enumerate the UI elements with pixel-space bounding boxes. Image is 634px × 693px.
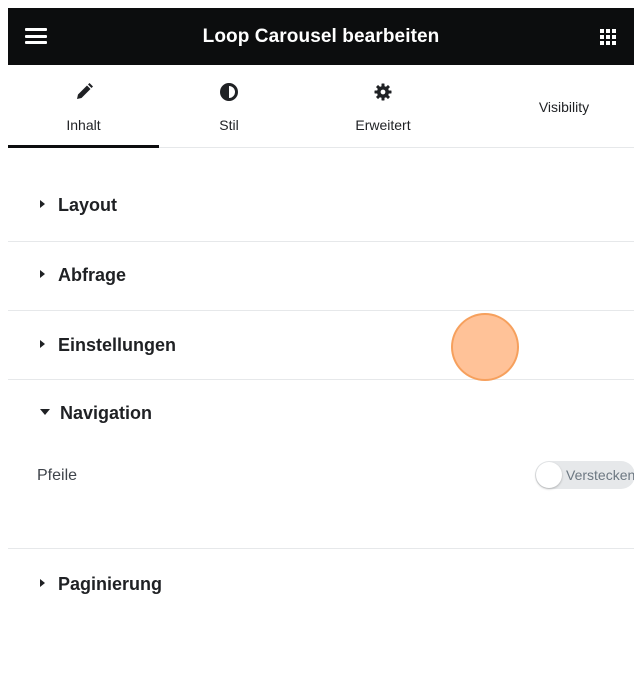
- section-einstellungen[interactable]: Einstellungen: [8, 311, 634, 380]
- section-label: Navigation: [60, 403, 153, 423]
- section-title: Einstellungen: [40, 334, 176, 356]
- section-abfrage[interactable]: Abfrage: [8, 242, 634, 311]
- panel-tabs: Inhalt Stil Erweitert Visibility: [8, 65, 634, 148]
- contrast-icon: [220, 83, 238, 101]
- panel-title: Loop Carousel bearbeiten: [202, 26, 440, 47]
- grid-icon[interactable]: [600, 29, 616, 45]
- caret-right-icon: [40, 340, 45, 349]
- screen: Loop Carousel bearbeiten Inhalt Stil Erw…: [0, 0, 634, 693]
- caret-right-icon: [40, 200, 45, 209]
- section-title[interactable]: Navigation: [40, 402, 152, 424]
- tab-label: Inhalt: [66, 117, 101, 133]
- section-title: Layout: [40, 194, 117, 216]
- tab-stil[interactable]: Stil: [159, 65, 299, 147]
- panel-header: Loop Carousel bearbeiten: [8, 8, 634, 65]
- caret-right-icon: [40, 270, 45, 279]
- toggle-state-label: Verstecken: [566, 467, 634, 483]
- section-title: Paginierung: [40, 573, 162, 595]
- editor-panel: Loop Carousel bearbeiten Inhalt Stil Erw…: [8, 8, 634, 693]
- tab-erweitert[interactable]: Erweitert: [313, 65, 453, 147]
- section-label: Paginierung: [58, 574, 163, 594]
- pfeile-label: Pfeile: [37, 467, 78, 484]
- section-label: Abfrage: [58, 265, 127, 285]
- section-paginierung[interactable]: Paginierung: [8, 549, 634, 617]
- section-title: Abfrage: [40, 264, 126, 286]
- tab-inhalt[interactable]: Inhalt: [8, 65, 159, 148]
- gear-icon: [374, 83, 392, 101]
- caret-right-icon: [40, 579, 45, 588]
- section-label: Einstellungen: [58, 335, 177, 355]
- pencil-icon: [76, 83, 93, 99]
- section-label: Layout: [58, 195, 118, 215]
- tab-visibility[interactable]: Visibility: [494, 65, 634, 147]
- tab-label: Erweitert: [355, 117, 411, 133]
- caret-down-icon: [40, 409, 50, 416]
- pfeile-toggle[interactable]: Verstecken: [535, 461, 634, 489]
- section-layout[interactable]: Layout: [8, 148, 634, 242]
- tab-label: Stil: [219, 117, 239, 133]
- tab-label: Visibility: [538, 99, 590, 115]
- toggle-knob: [536, 462, 562, 488]
